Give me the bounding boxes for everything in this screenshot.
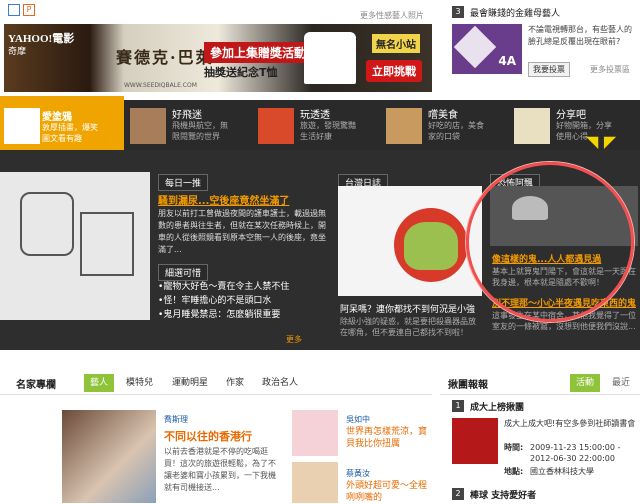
group-item-2-title[interactable]: 棒球 支持愛好者	[470, 488, 536, 501]
tab-recent[interactable]: 最近	[612, 374, 630, 392]
nav-title: 分享吧	[556, 110, 586, 121]
section-title: 名家專欄	[16, 380, 56, 391]
tab-celebrity[interactable]: 藝人	[84, 374, 115, 392]
group-number-1: 1	[452, 400, 464, 412]
side2-name[interactable]: 蔡黃汝	[346, 468, 370, 479]
daily-body: 朋友以前打工曾做過夜間的護車護士，載過過無數的患者與往生者，但就在某次任務時候上…	[158, 209, 326, 254]
nav-title: 嚐美食	[428, 110, 458, 121]
top-left-icons: P	[8, 4, 38, 22]
nav-thumb-aviation	[130, 108, 166, 144]
nav-sub: 敦厚插畫，爆笑圖文看有趣	[42, 123, 98, 143]
diary-body: 除級小強的疑惑，就是要把殺蟲器品放在哪角，但不要連自己都找不到啦！	[340, 317, 476, 337]
nav-item-food[interactable]: 嚐美食 好吃的店，美食家的口袋	[386, 100, 506, 150]
time-label: 時間:	[504, 443, 524, 452]
time-value: 2009-11-23 15:00:00 - 2012-06-30 22:00:0…	[530, 443, 621, 463]
nav-sub: 好吃的店，美食家的口袋	[428, 121, 484, 141]
picks-tag: 細選可惜	[158, 264, 209, 281]
nav-title: 愛塗鴉	[42, 112, 72, 123]
more-vote-link[interactable]: 更多投票區	[590, 64, 630, 75]
side1-title[interactable]: 世界再怎樣荒涼，寶貝我比你扭厲	[346, 426, 434, 450]
ad-fine-print: WWW.SEEDIQBALE.COM	[124, 82, 197, 89]
daily-tag: 每日一推	[158, 174, 209, 191]
author-name[interactable]: 喬斯理	[164, 414, 188, 425]
spark-icon: ◥ ◤	[586, 132, 617, 151]
plurk-icon[interactable]: P	[23, 4, 35, 16]
tab-model[interactable]: 模特兒	[126, 374, 153, 392]
ad-headline: 參加上集贈獎活動	[204, 42, 313, 63]
nav-title: 玩透透	[300, 110, 330, 121]
nav-thumb-food	[386, 108, 422, 144]
nav-item-doodle[interactable]: 愛塗鴉 敦厚插畫，爆笑圖文看有趣	[0, 96, 124, 158]
side1-name[interactable]: 吳如中	[346, 414, 370, 425]
tab-politician[interactable]: 政治名人	[262, 374, 298, 392]
group-item-1-desc: 成大上成大吧!有空多參到社師讀書會	[504, 419, 636, 428]
tab-writer[interactable]: 作家	[226, 374, 244, 392]
tab-athlete[interactable]: 運動明星	[172, 374, 208, 392]
ad-brand-sub: 奇摩	[8, 47, 27, 57]
daily-headline[interactable]: 騷到漏尿...空後座竟然坐滿了	[158, 192, 330, 207]
group-number-2: 2	[452, 488, 464, 500]
tshirt-image	[304, 32, 356, 84]
nav-title: 好飛迷	[172, 110, 202, 121]
rank-number-badge: 3	[452, 6, 464, 18]
more-celeb-photos-link[interactable]: 更多性感藝人照片	[360, 10, 424, 21]
nav-thumb-doodle	[4, 108, 40, 144]
ad-shop-badge: 無名小站	[372, 34, 420, 53]
rank-logo-text: 4A	[498, 54, 516, 68]
nav-sub: 旅遊，發現驚豔生活好康	[300, 121, 356, 141]
diary-caption[interactable]: 阿呆嗎？連你都找不到何況是小強	[340, 302, 482, 315]
side2-title[interactable]: 外頭好超可愛～全程咧咧嘴的	[346, 480, 434, 504]
picks-list: •寵物大好色～賣在令主人禁不住 •怪！牢睡擔心的不是頭口水 •鬼月睡覺禁忌：怎麼…	[158, 280, 330, 322]
vote-button[interactable]: 我要投票	[528, 62, 570, 77]
rank-logo-image[interactable]: 4A	[452, 24, 522, 74]
author-photo[interactable]	[62, 410, 156, 503]
more-link[interactable]: 更多	[286, 334, 302, 345]
divider	[0, 394, 432, 395]
movie-ad-banner[interactable]: YAHOO!電影 奇摩 賽德克·巴萊 參加上集贈獎活動 抽獎送紀念T恤 無名小站…	[4, 24, 432, 92]
nav-thumb-travel	[258, 108, 294, 144]
list-item[interactable]: •怪！牢睡擔心的不是頭口水	[158, 294, 330, 308]
nav-item-travel[interactable]: 玩透透 旅遊，發現驚豔生活好康	[258, 100, 378, 150]
nav-thumb-share	[514, 108, 550, 144]
daily-comic-image[interactable]	[0, 172, 150, 320]
ad-movie-title: 賽德克·巴萊	[116, 48, 214, 67]
list-item[interactable]: •寵物大好色～賣在令主人禁不住	[158, 280, 330, 294]
ad-cta-button[interactable]: 立即挑戰	[366, 60, 422, 82]
group-title: 揪團報報	[448, 380, 488, 391]
nav-item-aviation[interactable]: 好飛迷 飛機與航空，無限閱覽的世界	[130, 100, 250, 150]
article-body: 以前去香港就是不停的吃喝逛買！這次的旅遊很輕鬆，為了不讓老婆和寶小孩累到，一下我…	[164, 447, 276, 492]
ad-subline: 抽獎送紀念T恤	[204, 66, 278, 79]
tab-activity[interactable]: 活動	[570, 374, 601, 392]
divider	[440, 394, 640, 395]
article-title[interactable]: 不同以往的香港行	[164, 428, 252, 444]
side-photo-1[interactable]	[292, 410, 338, 456]
side-photo-2[interactable]	[292, 462, 338, 503]
share-icon[interactable]	[8, 4, 20, 16]
place-value: 國立香林科技大學	[530, 467, 594, 476]
rank-description: 不論電視轉那台，有些藝人的臉孔總是反覆出現在眼前?	[528, 25, 632, 46]
group-item-1-title[interactable]: 成大上榜揪團	[470, 400, 524, 413]
diary-comic-image[interactable]	[338, 186, 482, 296]
rank-title[interactable]: 最會賺錢的金雞母藝人	[470, 6, 560, 19]
place-label: 地點:	[504, 467, 524, 476]
group-photo-1[interactable]	[452, 418, 498, 464]
list-item[interactable]: •鬼月睡覺禁忌：怎麼躺很重要	[158, 308, 330, 322]
nav-sub: 飛機與航空，無限閱覽的世界	[172, 121, 228, 141]
highlight-circle	[466, 162, 634, 322]
